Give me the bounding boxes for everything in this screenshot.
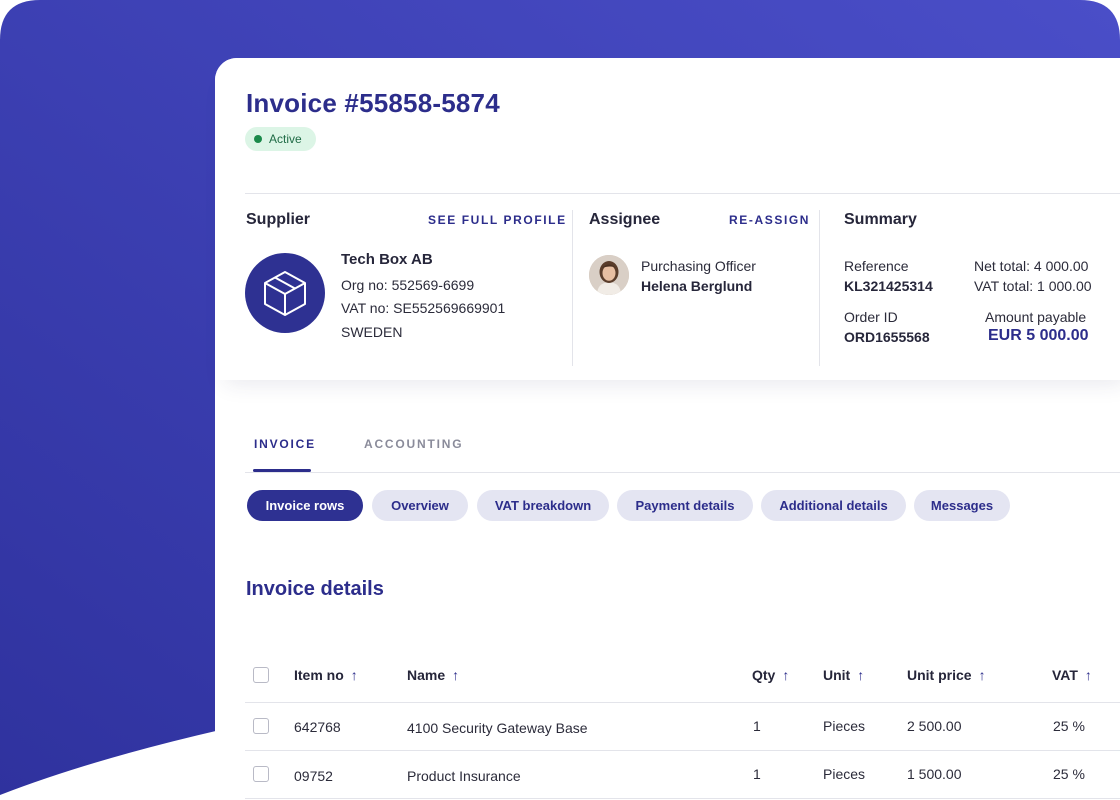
select-all-checkbox[interactable]: [253, 667, 269, 683]
arrow-up-icon: ↑: [857, 667, 865, 683]
status-dot-icon: [254, 135, 262, 143]
column-header-label: Unit: [823, 667, 851, 683]
table-header-divider: [245, 702, 1120, 703]
supplier-vat-no: VAT no: SE552569669901: [341, 300, 506, 316]
cell-vat: 25 %: [1053, 766, 1085, 782]
supplier-country: SWEDEN: [341, 324, 403, 340]
column-header-name[interactable]: Name ↑: [407, 667, 459, 683]
column-header-qty[interactable]: Qty ↑: [752, 667, 789, 683]
pill-vat-breakdown[interactable]: VAT breakdown: [477, 490, 609, 521]
status-label: Active: [269, 132, 302, 146]
pill-overview[interactable]: Overview: [372, 490, 468, 521]
pill-messages[interactable]: Messages: [914, 490, 1010, 521]
column-header-label: VAT: [1052, 667, 1078, 683]
cell-unit: Pieces: [823, 766, 866, 782]
column-divider: [572, 210, 573, 366]
cell-item-no: 09752: [294, 768, 333, 784]
row-checkbox[interactable]: [253, 766, 269, 782]
reference-label: Reference: [844, 258, 909, 274]
tabs-divider: [245, 472, 1120, 473]
assignee-name: Helena Berglund: [641, 278, 753, 294]
tab-accounting[interactable]: ACCOUNTING: [364, 437, 463, 451]
column-header-unit-price[interactable]: Unit price ↑: [907, 667, 986, 683]
box-icon: [264, 271, 306, 316]
pill-invoice-rows[interactable]: Invoice rows: [247, 490, 363, 521]
header-divider: [245, 193, 1120, 194]
cell-qty: 1: [753, 718, 761, 734]
page-title: Invoice #55858-5874: [246, 88, 500, 118]
arrow-up-icon: ↑: [452, 667, 460, 683]
column-header-label: Unit price: [907, 667, 972, 683]
reassign-link[interactable]: RE-ASSIGN: [729, 213, 810, 227]
supplier-logo: [245, 253, 325, 333]
assignee-role: Purchasing Officer: [641, 258, 756, 274]
reference-value: KL321425314: [844, 278, 933, 294]
pill-payment-details[interactable]: Payment details: [617, 490, 753, 521]
arrow-up-icon: ↑: [978, 667, 986, 683]
supplier-heading: Supplier: [246, 211, 311, 228]
column-header-label: Name: [407, 667, 446, 683]
cell-unit: Pieces: [823, 718, 866, 734]
column-header-vat[interactable]: VAT ↑: [1052, 667, 1092, 683]
row-checkbox[interactable]: [253, 718, 269, 734]
order-id-label: Order ID: [844, 309, 898, 325]
arrow-up-icon: ↑: [350, 667, 358, 683]
cell-unit-price: 1 500.00: [907, 766, 962, 782]
assignee-heading: Assignee: [589, 211, 661, 228]
invoice-header: Invoice #55858-5874 Active Supplier SEE …: [215, 58, 1120, 380]
summary-heading: Summary: [844, 211, 917, 228]
order-id-value: ORD1655568: [844, 329, 930, 345]
active-tab-indicator: [253, 469, 311, 472]
net-total: Net total: 4 000.00: [974, 258, 1089, 274]
row-divider: [245, 750, 1120, 751]
avatar: [589, 255, 629, 295]
amount-payable-label: Amount payable: [985, 309, 1087, 325]
cell-name: Product Insurance: [407, 768, 521, 784]
invoice-details-heading: Invoice details: [246, 578, 384, 600]
status-badge: Active: [245, 127, 316, 151]
amount-payable-value: EUR 5 000.00: [988, 327, 1089, 344]
invoice-card: Invoice #55858-5874 Active Supplier SEE …: [215, 58, 1120, 800]
cell-qty: 1: [753, 766, 761, 782]
cell-item-no: 642768: [294, 719, 341, 735]
see-full-profile-link[interactable]: SEE FULL PROFILE: [428, 213, 567, 227]
column-header-item-no[interactable]: Item no ↑: [294, 667, 358, 683]
supplier-org-no: Org no: 552569-6699: [341, 277, 475, 293]
tab-invoice[interactable]: INVOICE: [254, 437, 316, 451]
arrow-up-icon: ↑: [1084, 667, 1092, 683]
cell-name: 4100 Security Gateway Base: [407, 720, 588, 736]
column-header-unit[interactable]: Unit ↑: [823, 667, 864, 683]
cell-unit-price: 2 500.00: [907, 718, 962, 734]
person-avatar-icon: [589, 255, 629, 295]
column-divider: [819, 210, 820, 366]
pill-additional-details[interactable]: Additional details: [761, 490, 906, 521]
vat-total: VAT total: 1 000.00: [974, 278, 1092, 294]
column-header-label: Item no: [294, 667, 344, 683]
supplier-name: Tech Box AB: [341, 251, 433, 268]
cell-vat: 25 %: [1053, 718, 1085, 734]
column-header-label: Qty: [752, 667, 776, 683]
arrow-up-icon: ↑: [782, 667, 790, 683]
row-divider: [245, 798, 1120, 799]
